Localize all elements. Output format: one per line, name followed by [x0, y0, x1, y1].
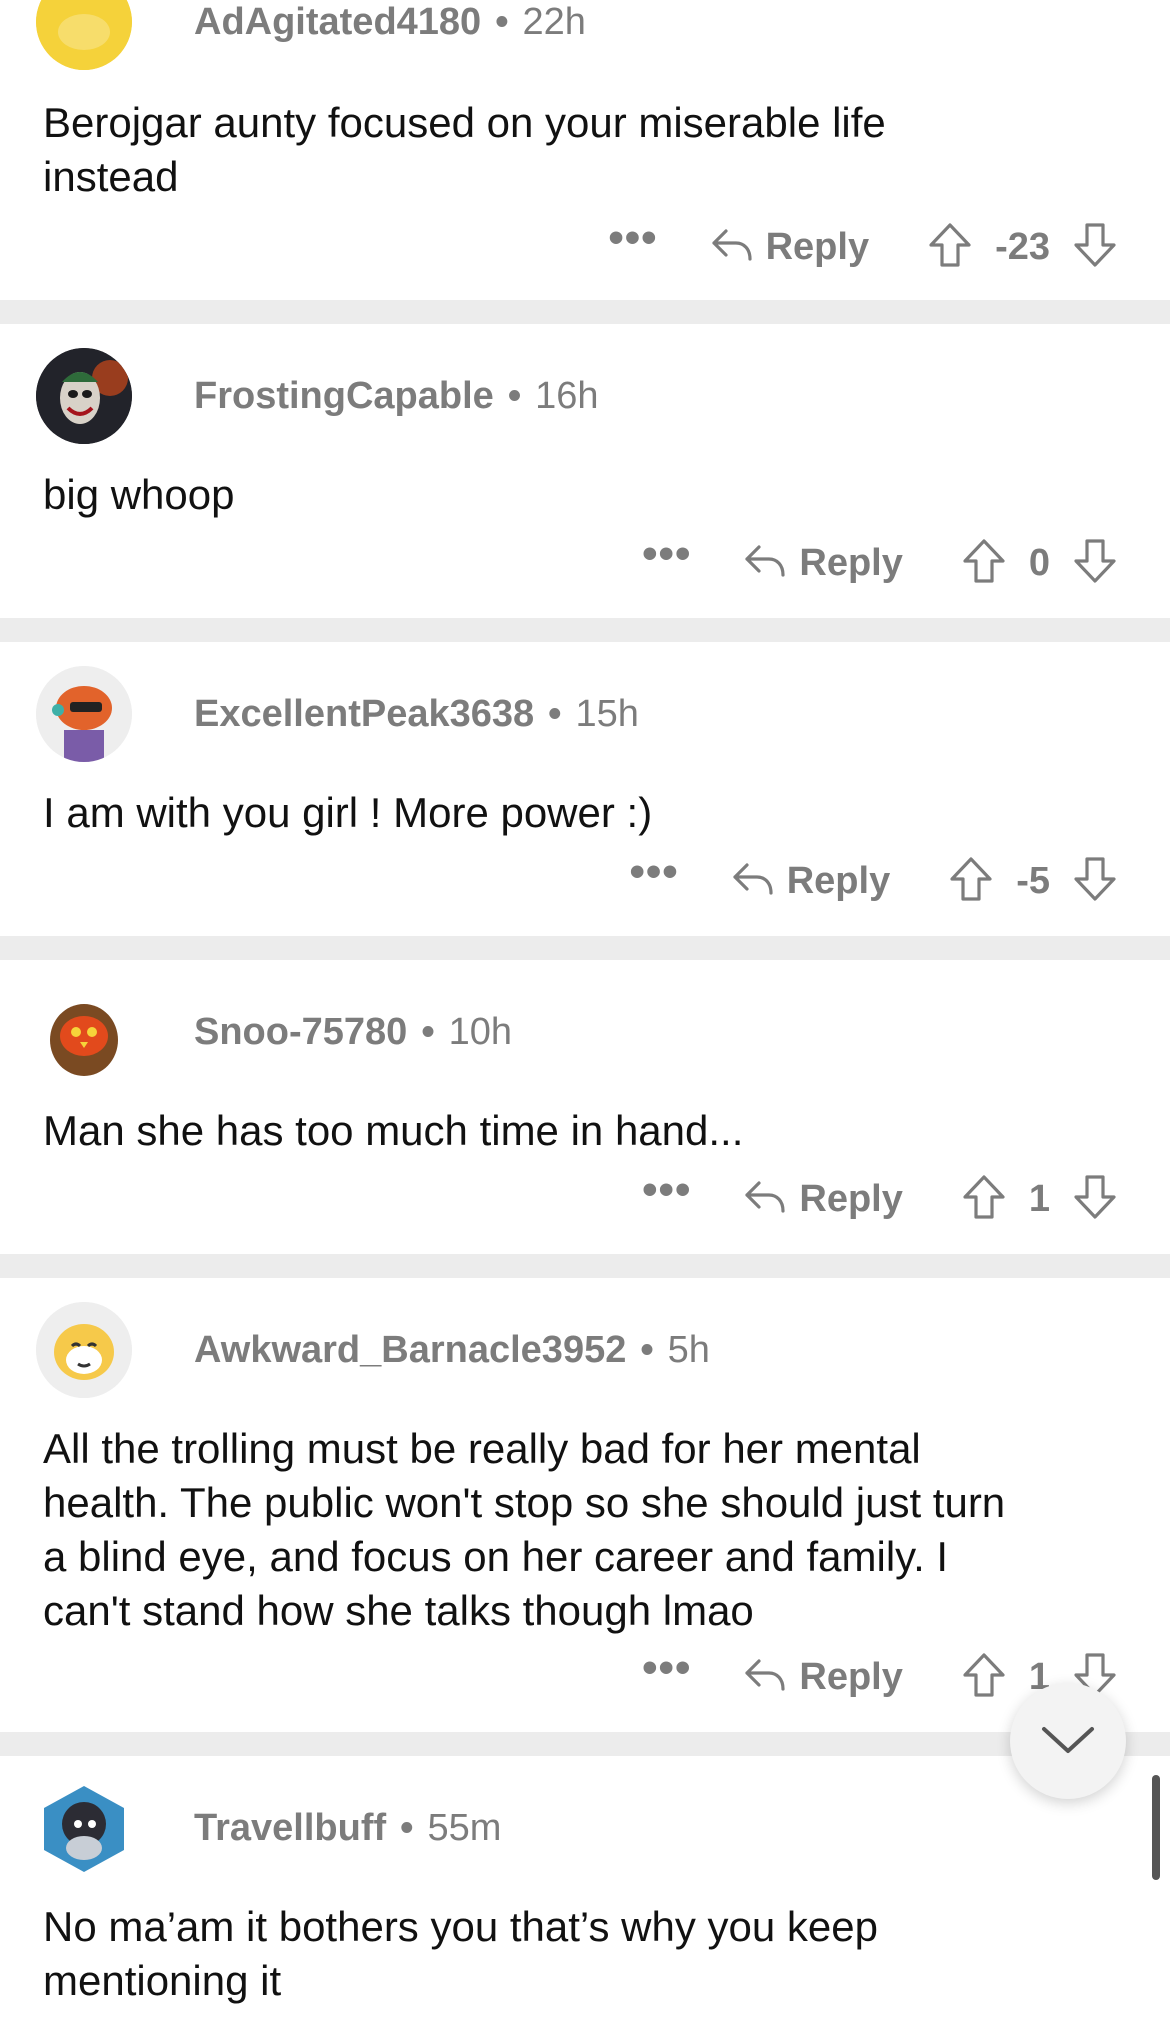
comment-actions: ••• Reply -23 [608, 212, 1118, 282]
more-options-button[interactable]: ••• [630, 850, 679, 905]
joker-avatar-icon[interactable] [36, 348, 132, 444]
comment-divider [0, 300, 1170, 324]
username[interactable]: Awkward_Barnacle3952 [194, 1329, 626, 1372]
meta-separator: • [640, 1328, 654, 1371]
username[interactable]: ExcellentPeak3638 [194, 693, 534, 736]
comment-meta: ExcellentPeak3638 • 15h [194, 693, 639, 736]
comment-body: Berojgar aunty focused on your miserable… [43, 99, 886, 200]
more-options-button[interactable]: ••• [642, 1168, 691, 1223]
comment-meta: FrostingCapable • 16h [194, 375, 599, 418]
comment-card: FrostingCapable • 16h big whoop ••• Repl… [0, 324, 1170, 618]
reply-arrow-icon [743, 1177, 787, 1222]
meta-separator: • [421, 1010, 435, 1053]
comment-body: No ma’am it bothers you that’s why you k… [43, 1903, 878, 2004]
downvote-arrow-icon[interactable] [1072, 537, 1118, 590]
comment-header: FrostingCapable • 16h [36, 348, 599, 444]
upvote-arrow-icon[interactable] [961, 1173, 1007, 1226]
comment-actions: ••• Reply 0 [642, 528, 1118, 598]
comment-header: Awkward_Barnacle3952 • 5h [36, 1302, 710, 1398]
comment-header: Snoo-75780 • 10h [36, 984, 512, 1080]
comment-meta: Awkward_Barnacle3952 • 5h [194, 1329, 710, 1372]
meta-separator: • [507, 374, 522, 417]
vote-score: -23 [995, 225, 1050, 268]
comment-meta: AdAgitated4180 • 22h [194, 1, 586, 44]
comment-age: 15h [575, 692, 639, 735]
upvote-arrow-icon[interactable] [961, 1651, 1007, 1704]
reply-button[interactable]: Reply [731, 859, 890, 904]
comment-body: All the trolling must be really bad for … [43, 1425, 1006, 1634]
comment-body: Man she has too much time in hand... [43, 1107, 744, 1154]
vote-controls: 1 [961, 1173, 1118, 1226]
comment-card: ExcellentPeak3638 • 15h I am with you gi… [0, 642, 1170, 936]
username[interactable]: FrostingCapable [194, 375, 494, 418]
meta-separator: • [400, 1806, 414, 1849]
comment-actions: ••• Reply -5 [630, 846, 1119, 916]
snoo-yellow-avatar-icon[interactable] [36, 0, 132, 70]
comment-card: Travellbuff • 55m No ma’am it bothers yo… [0, 1756, 1170, 2025]
comment-header: ExcellentPeak3638 • 15h [36, 666, 639, 762]
snoo-gamer-avatar-icon[interactable] [36, 666, 132, 762]
snoo-robot-avatar-icon[interactable] [36, 1780, 132, 1876]
snoo-owl-avatar-icon[interactable] [36, 984, 132, 1080]
comment-age: 10h [448, 1010, 513, 1053]
reply-label: Reply [786, 859, 891, 902]
downvote-arrow-icon[interactable] [1072, 855, 1118, 908]
chevron-down-icon [1040, 1723, 1096, 1760]
reply-arrow-icon [743, 541, 787, 586]
downvote-arrow-icon[interactable] [1072, 1173, 1118, 1226]
reply-arrow-icon [731, 859, 775, 904]
meta-separator: • [495, 0, 509, 43]
reply-label: Reply [799, 1655, 903, 1698]
reply-button[interactable]: Reply [710, 225, 869, 270]
username[interactable]: Snoo-75780 [194, 1011, 407, 1054]
upvote-arrow-icon[interactable] [948, 855, 994, 908]
comment-divider [0, 618, 1170, 642]
upvote-arrow-icon[interactable] [927, 221, 973, 274]
comment-body: I am with you girl ! More power :) [43, 789, 653, 836]
reply-label: Reply [765, 225, 870, 268]
comment-divider [0, 1732, 1170, 1756]
comment-card: Snoo-75780 • 10h Man she has too much ti… [0, 960, 1170, 1254]
reply-label: Reply [799, 1177, 903, 1220]
comment-age: 5h [667, 1328, 710, 1371]
comment-age: 22h [522, 0, 586, 43]
comment-divider [0, 936, 1170, 960]
comment-meta: Snoo-75780 • 10h [194, 1011, 512, 1054]
vote-score: 1 [1028, 1177, 1050, 1220]
comment-age: 16h [535, 374, 599, 417]
vote-controls: -23 [927, 221, 1118, 274]
comment-divider [0, 1254, 1170, 1278]
reply-arrow-icon [710, 225, 754, 270]
comment-card: AdAgitated4180 • 22h Berojgar aunty focu… [0, 0, 1170, 300]
vote-controls: 0 [961, 537, 1118, 590]
comment-body: big whoop [43, 471, 235, 518]
comment-header: Travellbuff • 55m [36, 1780, 501, 1876]
upvote-arrow-icon[interactable] [961, 537, 1007, 590]
scrollbar[interactable] [1152, 1775, 1160, 1880]
comment-meta: Travellbuff • 55m [194, 1807, 501, 1850]
more-options-button[interactable]: ••• [642, 1646, 691, 1701]
snoo-shiba-avatar-icon[interactable] [36, 1302, 132, 1398]
vote-controls: -5 [948, 855, 1118, 908]
downvote-arrow-icon[interactable] [1072, 221, 1118, 274]
comment-card: Awkward_Barnacle3952 • 5h All the trolli… [0, 1278, 1170, 1732]
comment-header: AdAgitated4180 • 22h [36, 0, 586, 70]
comment-actions: ••• Reply 1 [642, 1164, 1118, 1234]
next-comment-button[interactable] [1010, 1683, 1126, 1799]
reply-button[interactable]: Reply [743, 541, 903, 586]
username[interactable]: AdAgitated4180 [194, 1, 481, 44]
vote-score: -5 [1016, 859, 1050, 902]
reply-button[interactable]: Reply [743, 1655, 903, 1700]
comment-age: 55m [427, 1806, 502, 1849]
reply-label: Reply [799, 541, 903, 584]
meta-separator: • [548, 692, 562, 735]
username[interactable]: Travellbuff [194, 1807, 386, 1850]
more-options-button[interactable]: ••• [608, 216, 657, 271]
vote-score: 0 [1028, 541, 1050, 584]
reply-arrow-icon [743, 1655, 787, 1700]
reply-button[interactable]: Reply [743, 1177, 903, 1222]
more-options-button[interactable]: ••• [642, 532, 691, 587]
